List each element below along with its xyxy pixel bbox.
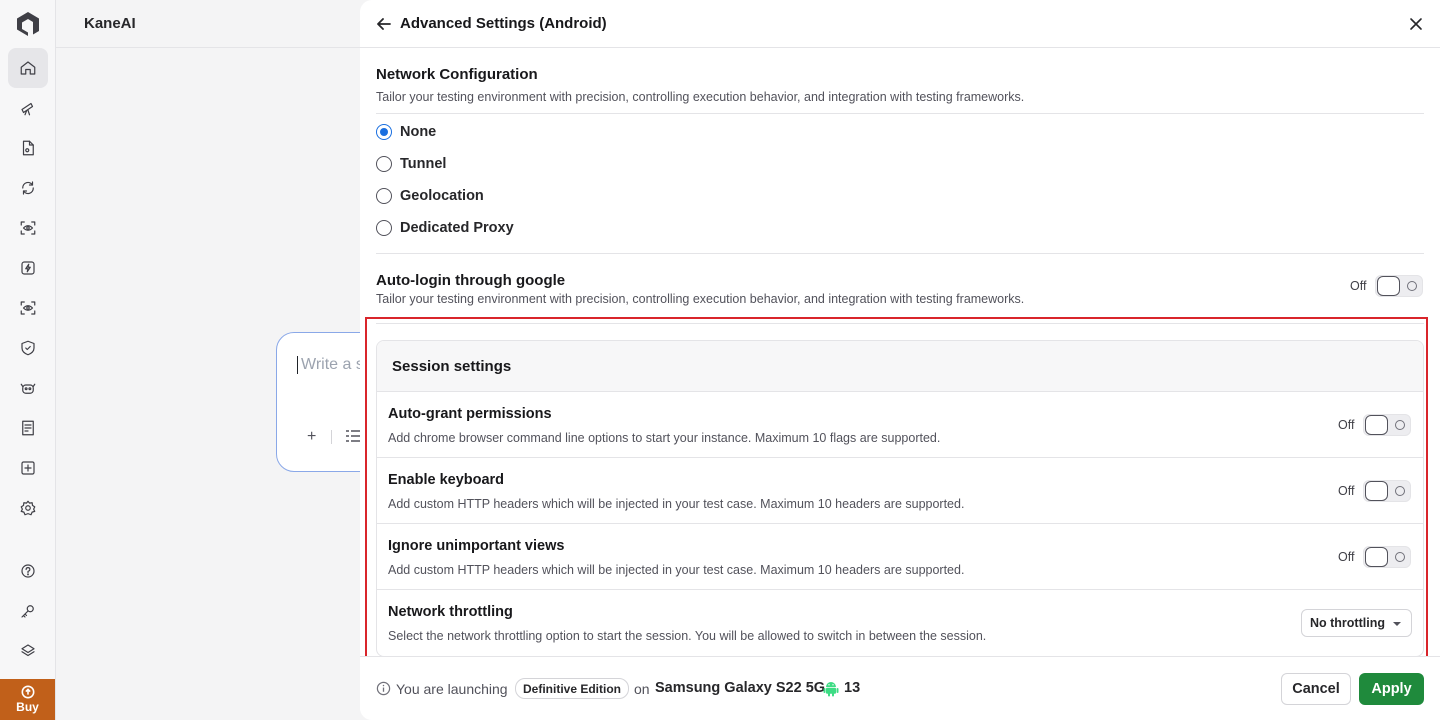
setting-title: Network throttling [388,604,513,620]
eye-scan-icon[interactable] [8,208,48,248]
bot-icon[interactable] [8,368,48,408]
toggle-state-label: Off [1338,418,1355,432]
radio-none[interactable]: None [376,122,436,142]
apply-button[interactable]: Apply [1359,673,1424,705]
autologin-toggle[interactable] [1375,275,1424,297]
radio-button[interactable] [376,124,392,140]
back-arrow-icon[interactable] [376,16,392,32]
toggle-state-label: Off [1338,484,1355,498]
prompt-input[interactable]: Write a s [297,356,364,374]
radio-button[interactable] [376,156,392,172]
drawer-footer: You are launching Definitive Edition on … [360,656,1440,720]
plus-box-icon[interactable] [8,448,48,488]
add-attachment-icon[interactable]: + [307,428,316,446]
session-settings-header: Session settings [377,341,1423,392]
autologin-description: Tailor your testing environment with pre… [376,292,1025,306]
buy-label: Buy [16,700,39,714]
telescope-icon[interactable] [8,88,48,128]
info-icon [376,681,391,696]
list-icon[interactable] [345,429,361,443]
close-icon[interactable] [1408,16,1424,32]
setting-title: Enable keyboard [388,472,505,488]
session-row-network-throttling: Network throttling Select the network th… [377,590,1423,656]
select-value: No throttling [1310,616,1385,630]
drawer-title: Advanced Settings (Android) [400,15,607,32]
edition-badge: Definitive Edition [515,678,630,699]
key-icon[interactable] [8,591,48,631]
setting-description: Add custom HTTP headers which will be in… [388,497,965,511]
gear-icon[interactable] [8,488,48,528]
session-row-auto-grant: Auto-grant permissions Add chrome browse… [377,392,1423,458]
network-config-description: Tailor your testing environment with pre… [376,90,1025,104]
report-icon[interactable] [8,408,48,448]
toggle-state-label: Off [1338,550,1355,564]
session-settings-card: Session settings Auto-grant permissions … [376,340,1424,657]
radio-label: None [400,124,437,140]
document-icon[interactable] [8,128,48,168]
toggle-group: Off [1338,546,1412,568]
toggle-group: Off [1338,414,1412,436]
advanced-settings-drawer: Advanced Settings (Android) Network Conf… [360,0,1440,720]
os-version: 13 [844,680,861,696]
app-title: KaneAI [84,15,136,32]
caret-down-icon [1393,622,1401,626]
autologin-title: Auto-login through google [376,272,566,289]
setting-description: Select the network throttling option to … [388,629,987,643]
radio-label: Dedicated Proxy [400,220,514,236]
setting-title: Ignore unimportant views [388,538,565,554]
divider [376,113,1424,114]
lambdatest-logo[interactable] [14,10,42,38]
device-name: Samsung Galaxy S22 5G [655,680,826,696]
auto-grant-toggle[interactable] [1363,414,1412,436]
enable-keyboard-toggle[interactable] [1363,480,1412,502]
network-throttling-select[interactable]: No throttling [1301,609,1412,637]
eye-scan-icon-2[interactable] [8,288,48,328]
arrow-up-circle-icon [21,685,34,699]
radio-label: Tunnel [400,156,447,172]
setting-description: Add custom HTTP headers which will be in… [388,563,965,577]
home-icon[interactable] [8,48,48,88]
buy-button[interactable]: Buy [0,679,55,720]
radio-button[interactable] [376,220,392,236]
setting-title: Auto-grant permissions [388,406,552,422]
on-text: on [634,681,650,697]
drawer-header: Advanced Settings (Android) [360,0,1440,48]
radio-tunnel[interactable]: Tunnel [376,154,446,174]
setting-description: Add chrome browser command line options … [388,431,941,445]
radio-button[interactable] [376,188,392,204]
layers-icon[interactable] [8,631,48,671]
divider [331,430,332,444]
cancel-button[interactable]: Cancel [1281,673,1351,705]
refresh-icon[interactable] [8,168,48,208]
divider [376,253,1424,254]
radio-label: Geolocation [400,188,484,204]
android-icon [823,682,839,697]
toggle-group: Off [1338,480,1412,502]
launch-text: You are launching [396,681,508,697]
toggle-state-label: Off [1350,279,1367,293]
autologin-toggle-group: Off [1350,275,1424,297]
ignore-views-toggle[interactable] [1363,546,1412,568]
divider [376,323,1424,324]
help-icon[interactable] [8,551,48,591]
shield-icon[interactable] [8,328,48,368]
radio-geolocation[interactable]: Geolocation [376,186,484,206]
bolt-icon[interactable] [8,248,48,288]
session-row-ignore-views: Ignore unimportant views Add custom HTTP… [377,524,1423,590]
left-sidebar: Buy [0,0,56,720]
session-row-enable-keyboard: Enable keyboard Add custom HTTP headers … [377,458,1423,524]
session-settings-title: Session settings [392,358,512,375]
network-config-title: Network Configuration [376,66,538,83]
radio-dedicated-proxy[interactable]: Dedicated Proxy [376,218,514,238]
